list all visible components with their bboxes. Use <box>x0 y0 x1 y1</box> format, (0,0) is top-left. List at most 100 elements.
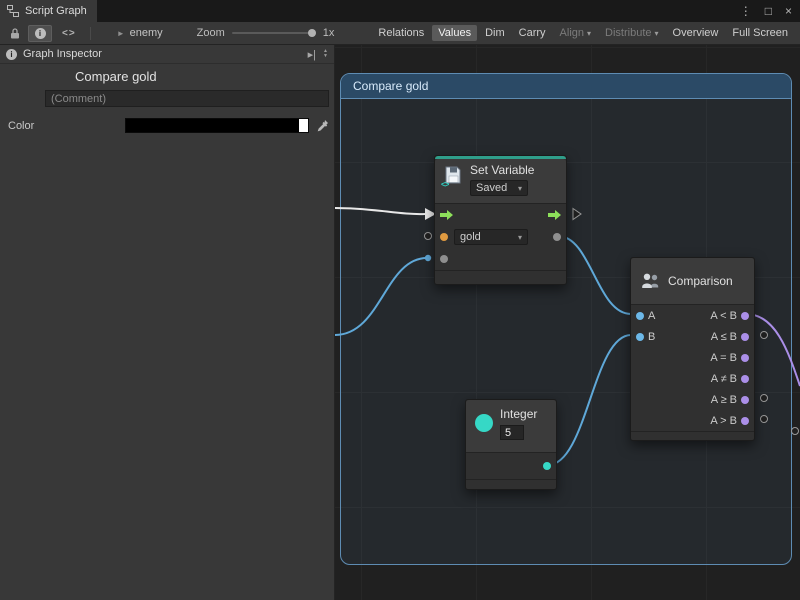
graph-inspector-panel: i Graph Inspector ▸| ▲ ▼ Compare gold Co… <box>0 45 335 600</box>
chevron-down-icon: ▾ <box>518 233 522 242</box>
group-title: Compare gold <box>353 79 428 93</box>
input-b-label: B <box>648 331 655 343</box>
comparison-row: A A < B <box>631 305 754 326</box>
output-label: A < B <box>710 310 737 322</box>
node-title: Comparison <box>668 274 733 288</box>
inspector-header-title: Graph Inspector <box>23 48 102 60</box>
input-a-port[interactable] <box>636 312 644 320</box>
comparison-icon <box>641 272 661 290</box>
relations-button[interactable]: Relations <box>372 25 430 41</box>
align-button[interactable]: Align▾ <box>554 25 597 41</box>
node-footer <box>631 431 754 440</box>
color-swatch[interactable] <box>125 118 309 133</box>
floppy-disk-icon: <> <box>443 165 463 185</box>
window-close-icon[interactable]: × <box>785 4 792 18</box>
graph-title: Compare gold <box>75 69 157 84</box>
output-a-lt-b-port[interactable] <box>741 312 749 320</box>
info-icon: i <box>6 49 17 60</box>
lock-icon[interactable] <box>9 27 21 40</box>
node-title: Set Variable <box>470 163 534 177</box>
tab-script-graph[interactable]: Script Graph <box>0 0 97 22</box>
script-graph-icon <box>7 5 19 17</box>
chevron-down-icon: ▾ <box>587 29 591 38</box>
toolbar-button-group: Relations Values Dim Carry Align▾ Distri… <box>370 25 794 41</box>
dim-button[interactable]: Dim <box>479 25 511 41</box>
tab-title: Script Graph <box>25 5 87 17</box>
node-footer <box>435 270 566 284</box>
graph-ref-label: enemy <box>130 27 163 39</box>
integer-value-input[interactable]: 5 <box>500 425 524 440</box>
distribute-button[interactable]: Distribute▾ <box>599 25 664 41</box>
graph-toolbar: i <> ► enemy Zoom 1x Relations Values Di… <box>0 22 800 45</box>
color-alpha-indicator <box>299 119 308 132</box>
code-view-icon[interactable]: <> <box>62 28 76 39</box>
right-edge-ext-port[interactable] <box>792 428 799 435</box>
color-field-label: Color <box>8 120 34 132</box>
output-label: A ≥ B <box>711 394 737 406</box>
zoom-slider-track <box>232 32 316 34</box>
comparison-row: A = B <box>631 347 754 368</box>
integer-node[interactable]: Integer 5 <box>465 399 557 490</box>
output-a-gt-b-port[interactable] <box>741 417 749 425</box>
comparison-node[interactable]: Comparison A A < B B A ≤ B A = B A ≠ B <box>630 257 755 441</box>
variable-name-port[interactable] <box>440 233 448 241</box>
comparison-row: A > B <box>631 410 754 431</box>
group-header[interactable]: Compare gold <box>341 74 791 99</box>
spinner-down-icon[interactable]: ▼ <box>323 54 328 59</box>
comparison-row: A ≠ B <box>631 368 754 389</box>
window-controls: ⋮ □ × <box>740 0 792 22</box>
output-label: A > B <box>710 415 737 427</box>
toolbar-separator <box>90 27 91 40</box>
input-b-port[interactable] <box>636 333 644 341</box>
output-a-eq-b-port[interactable] <box>741 354 749 362</box>
zoom-slider[interactable] <box>232 26 316 40</box>
full-screen-button[interactable]: Full Screen <box>726 25 794 41</box>
node-footer <box>466 479 556 489</box>
info-icon: i <box>35 28 46 39</box>
variable-badge: <> <box>441 180 448 189</box>
value-in-row <box>435 248 566 270</box>
variable-name-value: gold <box>460 231 481 243</box>
integer-out-port[interactable] <box>543 462 551 470</box>
comment-input[interactable] <box>45 90 329 107</box>
input-a-label: A <box>648 310 655 322</box>
inspector-toggle-button[interactable]: i <box>28 25 52 42</box>
window-maximize-icon[interactable]: □ <box>765 4 772 18</box>
zoom-value: 1x <box>323 27 335 39</box>
graph-canvas[interactable]: Compare gold <box>335 45 800 600</box>
output-a-gte-b-port[interactable] <box>741 396 749 404</box>
output-label: A ≠ B <box>711 373 737 385</box>
flow-out-port[interactable] <box>547 209 562 221</box>
node-title: Integer <box>500 407 537 421</box>
carry-button[interactable]: Carry <box>513 25 552 41</box>
pin-icon[interactable]: ▸| <box>308 48 316 61</box>
variable-kind-value: Saved <box>476 182 507 194</box>
value-in-port[interactable] <box>440 255 448 263</box>
value-out-port[interactable] <box>553 233 561 241</box>
output-label: A = B <box>710 352 737 364</box>
flow-row <box>435 204 566 226</box>
variable-kind-dropdown[interactable]: Saved ▾ <box>470 180 528 196</box>
graph-reference-breadcrumb[interactable]: ► enemy <box>117 27 163 39</box>
output-a-lte-b-port[interactable] <box>741 333 749 341</box>
flow-in-port[interactable] <box>439 209 454 221</box>
variable-row: gold ▾ <box>435 226 566 248</box>
values-button[interactable]: Values <box>432 25 477 41</box>
zoom-slider-knob[interactable] <box>308 29 316 37</box>
variable-select-dropdown[interactable]: gold ▾ <box>454 229 528 245</box>
window-titlebar: Script Graph ⋮ □ × <box>0 0 800 22</box>
chevron-down-icon: ▾ <box>655 29 659 38</box>
scroll-spinner[interactable]: ▲ ▼ <box>323 49 328 59</box>
chevron-down-icon: ▾ <box>518 184 522 193</box>
integer-type-icon <box>475 414 493 432</box>
overview-button[interactable]: Overview <box>667 25 725 41</box>
set-variable-node[interactable]: <> Set Variable Saved ▾ <box>434 155 567 285</box>
output-a-neq-b-port[interactable] <box>741 375 749 383</box>
eyedropper-icon[interactable] <box>314 117 330 133</box>
graph-inspector-header[interactable]: i Graph Inspector ▸| ▲ ▼ <box>0 45 334 64</box>
graph-ref-arrow-icon: ► <box>117 29 125 38</box>
comparison-row: B A ≤ B <box>631 326 754 347</box>
window-menu-icon[interactable]: ⋮ <box>740 4 752 18</box>
comparison-row: A ≥ B <box>631 389 754 410</box>
zoom-label: Zoom <box>197 27 225 39</box>
